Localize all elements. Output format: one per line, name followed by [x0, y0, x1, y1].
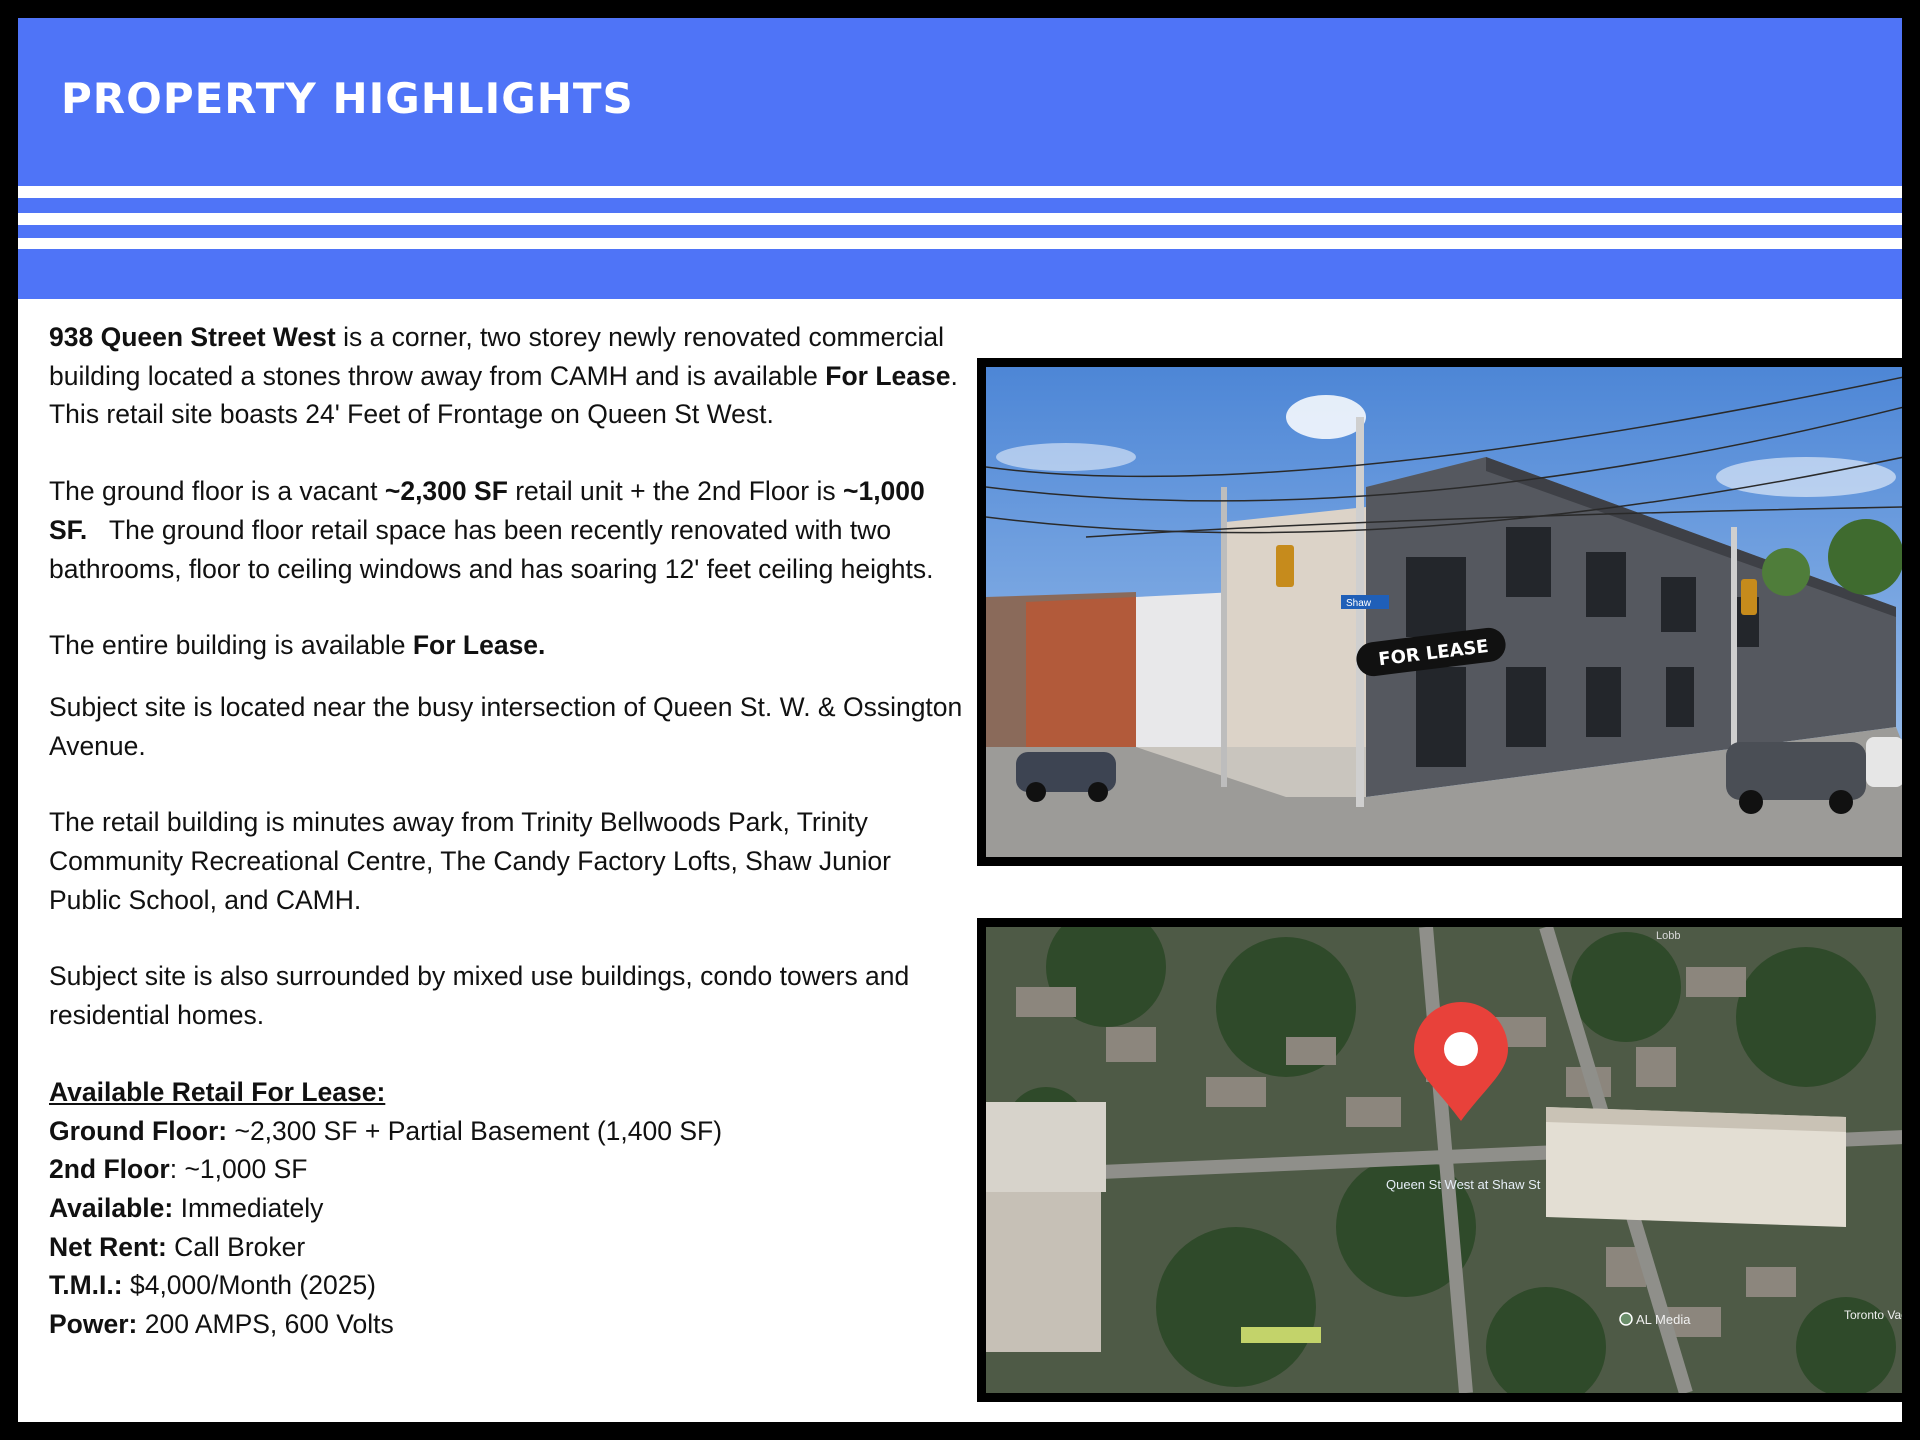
lease-label: Power: [49, 1309, 138, 1340]
tree [1828, 519, 1902, 595]
utility-pole [1356, 417, 1364, 807]
map-label-business: AL Media [1636, 1312, 1691, 1327]
nearby-paragraph: The retail building is minutes away from… [49, 807, 891, 915]
car [1866, 737, 1902, 787]
lease-label: Available: [49, 1192, 174, 1223]
intro-paragraph: 938 Queen Street West is a corner, two s… [49, 318, 969, 434]
page-title: PROPERTY HIGHLIGHTS [61, 74, 634, 123]
lease-value: $4,000/Month (2025) [122, 1270, 377, 1301]
lease-row-power: Power: 200 AMPS, 600 Volts [49, 1305, 969, 1344]
lease-value: : ~1,000 SF [169, 1154, 308, 1185]
lease-row-net-rent: Net Rent: Call Broker [49, 1228, 969, 1267]
lease-details-list: Ground Floor: ~2,300 SF + Partial Baseme… [49, 1112, 969, 1344]
condo-tower [986, 1102, 1106, 1192]
ground-floor-text: The ground floor is a vacant [49, 476, 385, 507]
traffic-light [1276, 545, 1294, 587]
aerial-map-frame: Queen St West at Shaw St Lobb AL Media T… [977, 918, 1902, 1402]
entire-building-paragraph: The entire building is available For Lea… [49, 626, 969, 665]
intersection-paragraph: Subject site is located near the busy in… [49, 691, 963, 761]
map-label-intersection: Queen St West at Shaw St [1386, 1177, 1541, 1192]
tree [1762, 548, 1810, 596]
header-band [18, 249, 1902, 299]
header-band [18, 198, 1902, 213]
lease-value: Immediately [173, 1192, 324, 1223]
header-stripe [18, 238, 1902, 249]
lease-value: Call Broker [166, 1231, 306, 1262]
condo-tower [986, 1192, 1101, 1352]
park-feature [1241, 1327, 1321, 1343]
street-photo: Shaw FOR LEASE [986, 367, 1902, 857]
street-sign-text: Shaw [1346, 598, 1372, 609]
for-lease-text: For Lease [825, 360, 951, 391]
lease-label: Ground Floor: [49, 1115, 228, 1146]
retail-sf-text: ~2,300 SF [384, 476, 508, 507]
entire-building-text: The entire building is available [49, 630, 413, 661]
lease-details-heading: Available Retail For Lease: [49, 1076, 386, 1107]
ground-floor-text: The ground floor retail space has been r… [49, 514, 934, 584]
lease-label: Net Rent: [49, 1231, 167, 1262]
address-text: 938 Queen Street West [49, 322, 336, 352]
lease-row-ground-floor: Ground Floor: ~2,300 SF + Partial Baseme… [49, 1112, 969, 1151]
map-label-corner: Toronto Vacati [1844, 1308, 1902, 1322]
ground-floor-text: retail unit + the 2nd Floor is [507, 476, 843, 507]
lease-row-tmi: T.M.I.: $4,000/Month (2025) [49, 1266, 969, 1305]
lease-value: 200 AMPS, 600 Volts [137, 1309, 394, 1340]
cloud [1286, 395, 1366, 439]
lease-label: T.M.I.: [49, 1270, 123, 1301]
header-banner: PROPERTY HIGHLIGHTS [18, 18, 1902, 186]
ground-floor-paragraph: The ground floor is a vacant ~2,300 SF r… [49, 472, 969, 588]
cloud [996, 443, 1136, 471]
description-column: 938 Queen Street West is a corner, two s… [49, 318, 969, 1344]
header-band [18, 225, 1902, 238]
header-stripe [18, 186, 1902, 198]
traffic-light [1741, 579, 1757, 615]
header-stripe [18, 213, 1902, 225]
street-photo-frame: Shaw FOR LEASE [977, 358, 1902, 866]
map-label-street: Lobb [1656, 930, 1680, 942]
map-place-icon [1619, 1312, 1633, 1326]
lease-row-available: Available: Immediately [49, 1189, 969, 1228]
building-brick [1026, 597, 1136, 747]
surroundings-paragraph: Subject site is also surrounded by mixed… [49, 961, 910, 1031]
lease-value: ~2,300 SF + Partial Basement (1,400 SF) [227, 1115, 723, 1146]
for-lease-text: For Lease. [412, 630, 546, 661]
page: PROPERTY HIGHLIGHTS 938 Queen Street Wes… [18, 18, 1902, 1422]
aerial-map: Queen St West at Shaw St Lobb AL Media T… [986, 927, 1902, 1393]
lease-row-second-floor: 2nd Floor: ~1,000 SF [49, 1150, 969, 1189]
lease-label: 2nd Floor [49, 1154, 170, 1185]
building-tan [1226, 507, 1366, 747]
